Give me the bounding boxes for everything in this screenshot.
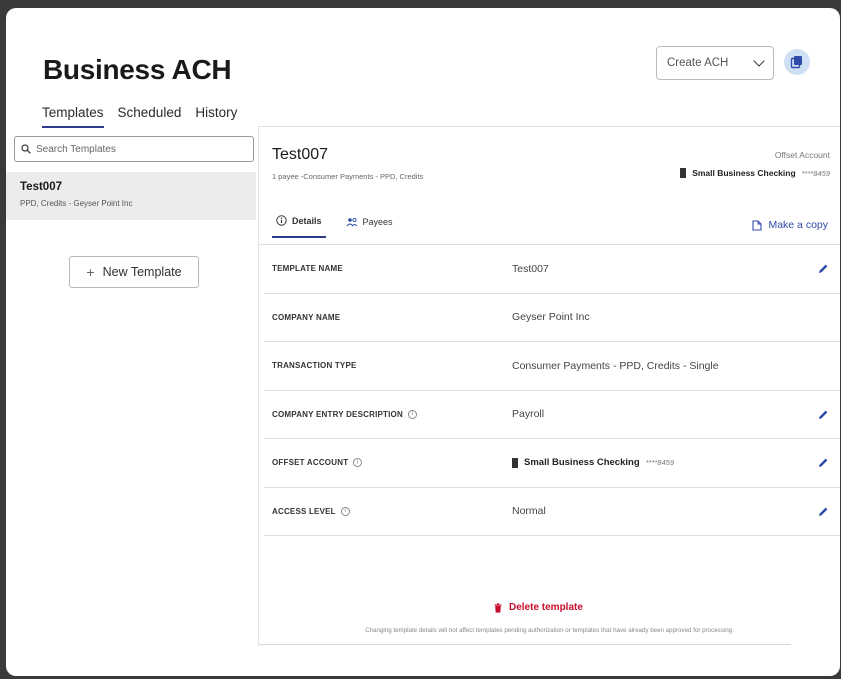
field-label: TRANSACTION TYPE <box>272 361 357 371</box>
template-list-item-name: Test007 <box>20 181 62 193</box>
field-value: Test007 <box>512 262 549 275</box>
field-row-offset-account: OFFSET ACCOUNT i Small Business Checking… <box>264 439 840 488</box>
detail-tabs: Details Payees <box>272 215 397 238</box>
footer-divider <box>259 644 791 645</box>
app-window: Business ACH Templates Scheduled History… <box>6 8 840 676</box>
info-icon[interactable]: i <box>353 458 363 468</box>
field-label: TEMPLATE NAME <box>272 264 343 274</box>
tab-history[interactable]: History <box>195 105 237 128</box>
tab-details-label: Details <box>292 215 322 226</box>
field-label-with-info: COMPANY ENTRY DESCRIPTION i <box>264 409 512 419</box>
main-tabs: Templates Scheduled History <box>42 105 237 128</box>
offset-account-name: Small Business Checking <box>692 168 796 178</box>
edit-pencil-icon[interactable] <box>816 505 830 519</box>
tab-payees-label: Payees <box>362 216 393 227</box>
people-icon <box>346 217 357 226</box>
document-icon <box>752 219 763 231</box>
create-ach-select-value: Create ACH <box>667 57 729 69</box>
header-divider <box>258 126 840 127</box>
offset-account-mask: ****8459 <box>801 168 830 178</box>
template-list-item[interactable]: Test007 PPD, Credits - Geyser Point Inc <box>6 172 256 220</box>
field-label-with-info: OFFSET ACCOUNT i <box>264 458 512 468</box>
tab-scheduled[interactable]: Scheduled <box>118 105 182 128</box>
field-value: Normal <box>512 505 546 518</box>
tab-details[interactable]: Details <box>272 215 326 238</box>
account-icon <box>680 168 687 178</box>
template-title: Test007 <box>272 146 329 163</box>
info-icon[interactable]: i <box>340 506 350 516</box>
field-label: ACCESS LEVEL <box>272 506 336 516</box>
copy-icon <box>790 56 802 69</box>
tab-templates[interactable]: Templates <box>42 105 104 128</box>
field-row-transaction-type: TRANSACTION TYPE Consumer Payments - PPD… <box>264 342 840 391</box>
search-icon <box>21 144 31 154</box>
template-list-item-subtitle: PPD, Credits - Geyser Point Inc <box>20 199 133 208</box>
edit-pencil-icon[interactable] <box>816 456 830 470</box>
field-row-company-name: COMPANY NAME Geyser Point Inc <box>264 294 840 342</box>
make-copy-link[interactable]: Make a copy <box>752 219 828 231</box>
template-summary: 1 payee -Consumer Payments - PPD, Credit… <box>272 172 424 181</box>
edit-pencil-icon[interactable] <box>816 408 830 422</box>
sidebar-divider <box>258 126 259 646</box>
search-input[interactable] <box>36 143 236 155</box>
offset-account-value: Small Business Checking ****8459 <box>680 168 830 178</box>
field-value: Geyser Point Inc <box>512 311 590 324</box>
offset-account-label: Offset Account <box>774 150 830 160</box>
new-template-label: New Template <box>102 265 182 279</box>
field-label-with-info: ACCESS LEVEL i <box>264 506 512 516</box>
field-label: COMPANY NAME <box>272 312 341 322</box>
field-label: OFFSET ACCOUNT <box>272 458 349 468</box>
field-value: Small Business Checking ****8459 <box>512 457 674 468</box>
make-copy-label: Make a copy <box>768 219 828 231</box>
field-value: Payroll <box>512 408 545 421</box>
trash-icon <box>494 602 502 613</box>
details-table: TEMPLATE NAME Test007 COMPANY NAME Geyse… <box>264 245 840 536</box>
field-row-company-entry-description: COMPANY ENTRY DESCRIPTION i Payroll <box>264 391 840 439</box>
footnote-text: Changing template details will not affec… <box>365 627 734 634</box>
page-title: Business ACH <box>43 54 232 85</box>
chevron-down-icon <box>753 55 765 67</box>
info-circle-icon <box>276 215 287 226</box>
field-label: COMPANY ENTRY DESCRIPTION <box>272 409 403 419</box>
account-name: Small Business Checking <box>524 457 640 469</box>
delete-template-label: Delete template <box>509 602 583 613</box>
field-value: Consumer Payments - PPD, Credits - Singl… <box>512 359 719 372</box>
search-box[interactable] <box>14 136 254 162</box>
field-row-template-name: TEMPLATE NAME Test007 <box>264 245 840 294</box>
field-row-access-level: ACCESS LEVEL i Normal <box>264 488 840 536</box>
create-ach-select[interactable]: Create ACH <box>656 46 774 80</box>
account-mask: ****8459 <box>645 458 674 468</box>
plus-icon: + <box>86 264 95 280</box>
tab-payees[interactable]: Payees <box>342 215 397 238</box>
info-icon[interactable]: i <box>407 409 417 419</box>
account-icon <box>512 457 518 468</box>
edit-pencil-icon[interactable] <box>816 262 830 276</box>
delete-template-button[interactable]: Delete template <box>494 602 583 613</box>
new-template-button[interactable]: + New Template <box>69 256 199 288</box>
copy-icon-button[interactable] <box>784 49 810 75</box>
